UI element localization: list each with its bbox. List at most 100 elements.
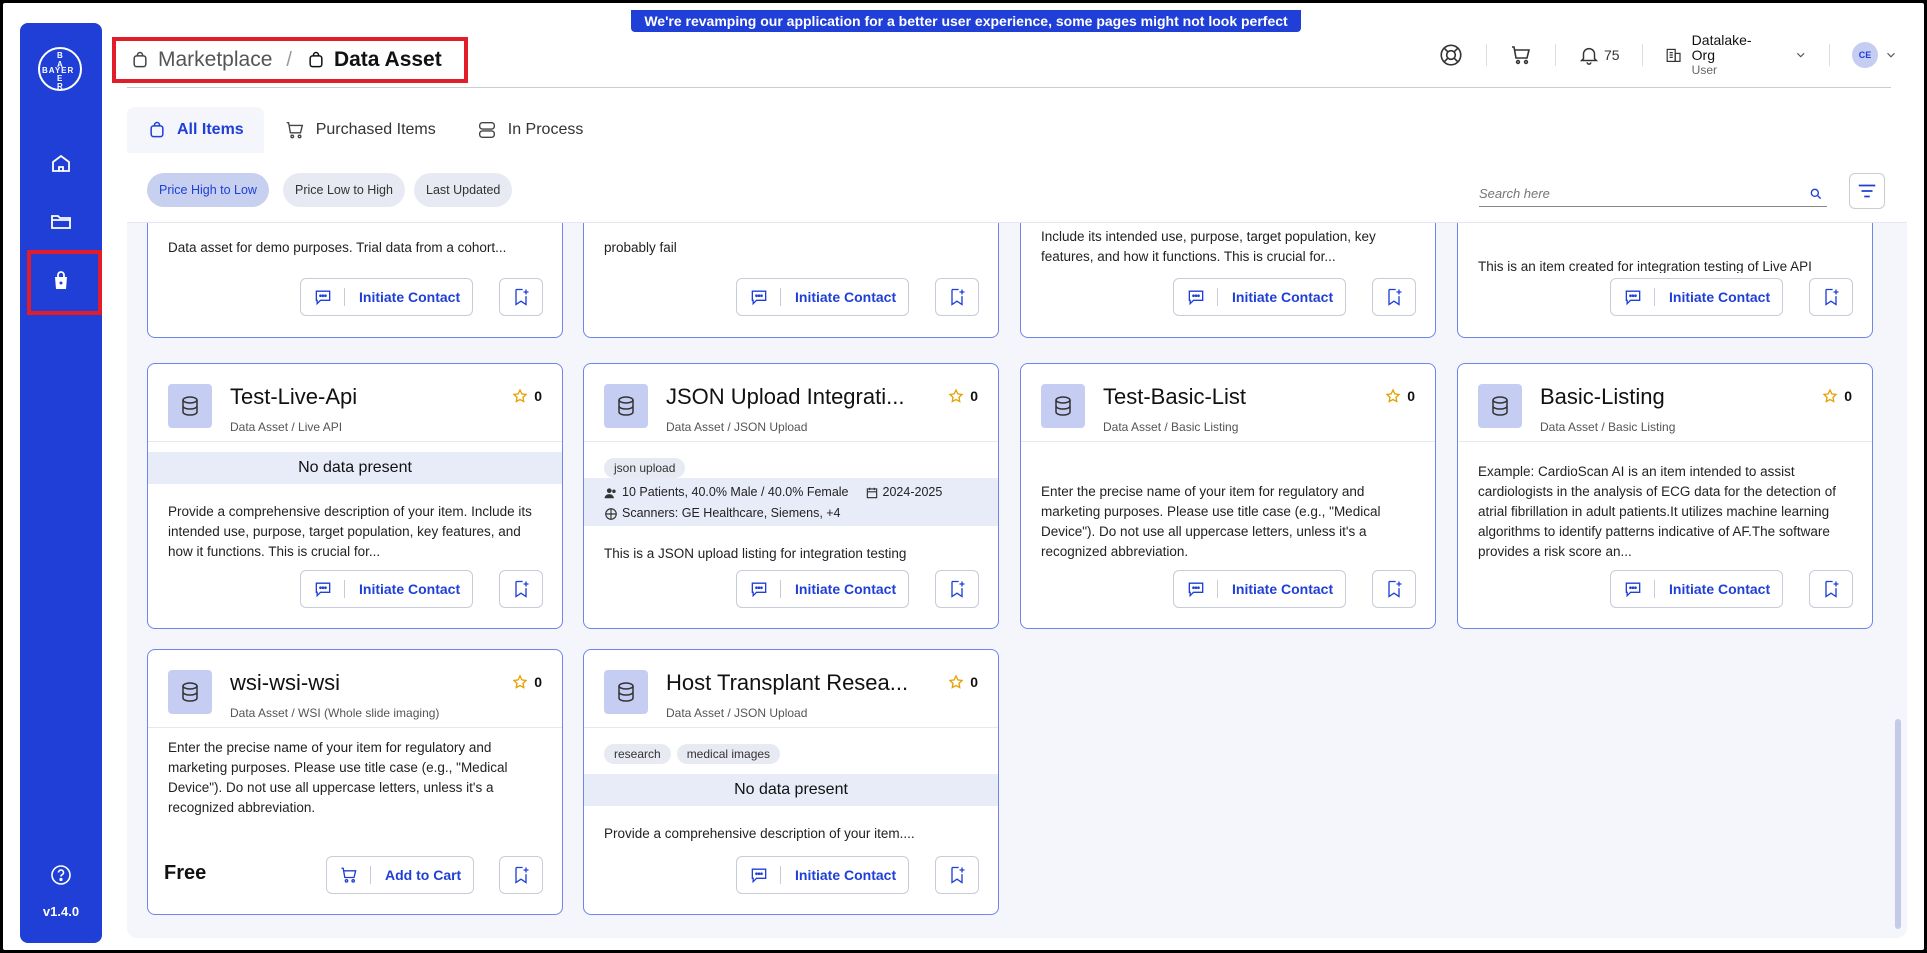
- announcement-banner: We're revamping our application for a be…: [631, 10, 1301, 51]
- card-title[interactable]: Test-Live-Api: [230, 384, 357, 410]
- support-button[interactable]: [1438, 39, 1464, 71]
- card-header: wsi-wsi-wsi Data Asset / WSI (Whole slid…: [148, 650, 562, 728]
- card-header: JSON Upload Integrati... Data Asset / JS…: [584, 364, 998, 442]
- card-title[interactable]: JSON Upload Integrati...: [666, 384, 904, 410]
- initiate-contact-button[interactable]: Initiate Contact: [1610, 278, 1784, 316]
- bookmark-button[interactable]: [499, 856, 543, 894]
- bag-icon: [309, 51, 323, 68]
- initiate-contact-button[interactable]: Initiate Contact: [736, 570, 910, 608]
- bookmark-button[interactable]: [499, 570, 543, 608]
- initiate-contact-button[interactable]: Initiate Contact: [1173, 570, 1347, 608]
- star-icon[interactable]: [1822, 388, 1838, 404]
- database-icon: [168, 384, 212, 428]
- bookmark-button[interactable]: [499, 278, 543, 316]
- tab-all-items[interactable]: All Items: [127, 107, 264, 153]
- star-icon[interactable]: [948, 674, 964, 690]
- patients-icon: [604, 487, 616, 498]
- avatar: CE: [1852, 42, 1878, 68]
- initiate-contact-button[interactable]: Initiate Contact: [300, 278, 474, 316]
- sidebar-home-button[interactable]: [41, 143, 81, 183]
- bookmark-button[interactable]: [1372, 278, 1416, 316]
- card-description: Provide a comprehensive description of y…: [604, 826, 915, 841]
- scrollbar[interactable]: [1895, 719, 1901, 929]
- bookmark-button[interactable]: [935, 570, 979, 608]
- notifications-count: 75: [1603, 47, 1620, 63]
- calendar-icon: [866, 487, 877, 498]
- cart-button[interactable]: [1509, 39, 1533, 71]
- card-title[interactable]: Basic-Listing: [1540, 384, 1665, 410]
- filter-button[interactable]: [1849, 173, 1885, 209]
- bookmark-button[interactable]: [1809, 570, 1853, 608]
- bookmark-button[interactable]: [1372, 570, 1416, 608]
- initiate-contact-button[interactable]: Initiate Contact: [1173, 278, 1347, 316]
- price-label: Free: [164, 862, 207, 884]
- initiate-contact-button[interactable]: Initiate Contact: [736, 856, 910, 894]
- sort-price-high-low[interactable]: Price High to Low: [147, 173, 269, 207]
- database-icon: [604, 384, 648, 428]
- bookmark-add-icon: [951, 866, 965, 884]
- sidebar: BA BAYER ER v1.4.0: [20, 23, 102, 943]
- notifications-button[interactable]: 75: [1578, 39, 1620, 71]
- rating: 0: [512, 388, 542, 404]
- breadcrumb-marketplace[interactable]: Marketplace: [130, 48, 272, 72]
- org-role: User: [1691, 62, 1718, 77]
- initiate-contact-button[interactable]: Initiate Contact: [736, 278, 910, 316]
- star-icon[interactable]: [948, 388, 964, 404]
- sidebar-help-button[interactable]: [41, 855, 81, 895]
- card-subtitle: Data Asset / Basic Listing: [1103, 420, 1239, 434]
- bookmark-button[interactable]: [935, 856, 979, 894]
- user-menu[interactable]: CE: [1852, 39, 1898, 71]
- bag-icon: [133, 51, 147, 68]
- card-description: Enter the precise name of your item for …: [1041, 484, 1381, 559]
- card-header: Basic-Listing Data Asset / Basic Listing…: [1458, 364, 1872, 442]
- item-card: probably fail Initiate Contact: [583, 223, 999, 338]
- org-name: Datalake-Org: [1691, 31, 1752, 63]
- chat-icon: [751, 868, 766, 884]
- chat-icon: [1188, 582, 1203, 598]
- initiate-contact-button[interactable]: Initiate Contact: [1610, 570, 1784, 608]
- bookmark-add-icon: [1388, 288, 1402, 306]
- card-title[interactable]: Test-Basic-List: [1103, 384, 1246, 410]
- tab-purchased-items[interactable]: Purchased Items: [264, 107, 456, 153]
- cart-icon: [1511, 46, 1530, 65]
- star-icon[interactable]: [512, 388, 528, 404]
- initiate-contact-button[interactable]: Initiate Contact: [300, 570, 474, 608]
- card-header: Test-Live-Api Data Asset / Live API 0: [148, 364, 562, 442]
- sort-last-updated[interactable]: Last Updated: [414, 173, 513, 207]
- card-subtitle: Data Asset / JSON Upload: [666, 420, 808, 434]
- building-icon: [1667, 48, 1682, 62]
- cart-icon: [341, 867, 357, 883]
- search-input[interactable]: [1479, 186, 1779, 201]
- card-title[interactable]: wsi-wsi-wsi: [230, 670, 340, 696]
- item-card: wsi-wsi-wsi Data Asset / WSI (Whole slid…: [147, 649, 563, 915]
- tab-bar: All Items Purchased Items In Process: [127, 107, 603, 153]
- org-switcher[interactable]: Datalake-Org User: [1664, 32, 1807, 77]
- bookmark-button[interactable]: [935, 278, 979, 316]
- bookmark-add-icon: [951, 288, 965, 306]
- header-divider: [127, 87, 1891, 88]
- card-description: Provide a comprehensive description of y…: [168, 504, 532, 559]
- database-icon: [1478, 384, 1522, 428]
- sort-price-low-high[interactable]: Price Low to High: [283, 173, 405, 207]
- filter-icon: [1858, 184, 1876, 198]
- divider: [1486, 44, 1487, 66]
- star-icon[interactable]: [512, 674, 528, 690]
- app-window: We're revamping our application for a be…: [3, 3, 1924, 950]
- database-icon: [604, 670, 648, 714]
- bookmark-add-icon: [1825, 580, 1839, 598]
- search-icon[interactable]: [1809, 187, 1823, 201]
- sidebar-folder-button[interactable]: [41, 201, 81, 241]
- main-content: Data asset for demo purposes. Trial data…: [127, 153, 1907, 938]
- star-icon[interactable]: [1385, 388, 1401, 404]
- tab-in-process[interactable]: In Process: [456, 107, 604, 153]
- breadcrumb-current: Data Asset: [306, 48, 442, 72]
- card-subtitle: Data Asset / Basic Listing: [1540, 420, 1676, 434]
- card-title[interactable]: Host Transplant Resea...: [666, 670, 908, 696]
- card-header: Host Transplant Resea... Data Asset / JS…: [584, 650, 998, 728]
- bookmark-button[interactable]: [1809, 278, 1853, 316]
- chat-icon: [1625, 582, 1640, 598]
- card-subtitle: Data Asset / Live API: [230, 420, 343, 434]
- process-icon: [478, 121, 495, 139]
- add-to-cart-button[interactable]: Add to Cart: [326, 856, 475, 894]
- bayer-logo[interactable]: BA BAYER ER: [38, 47, 82, 91]
